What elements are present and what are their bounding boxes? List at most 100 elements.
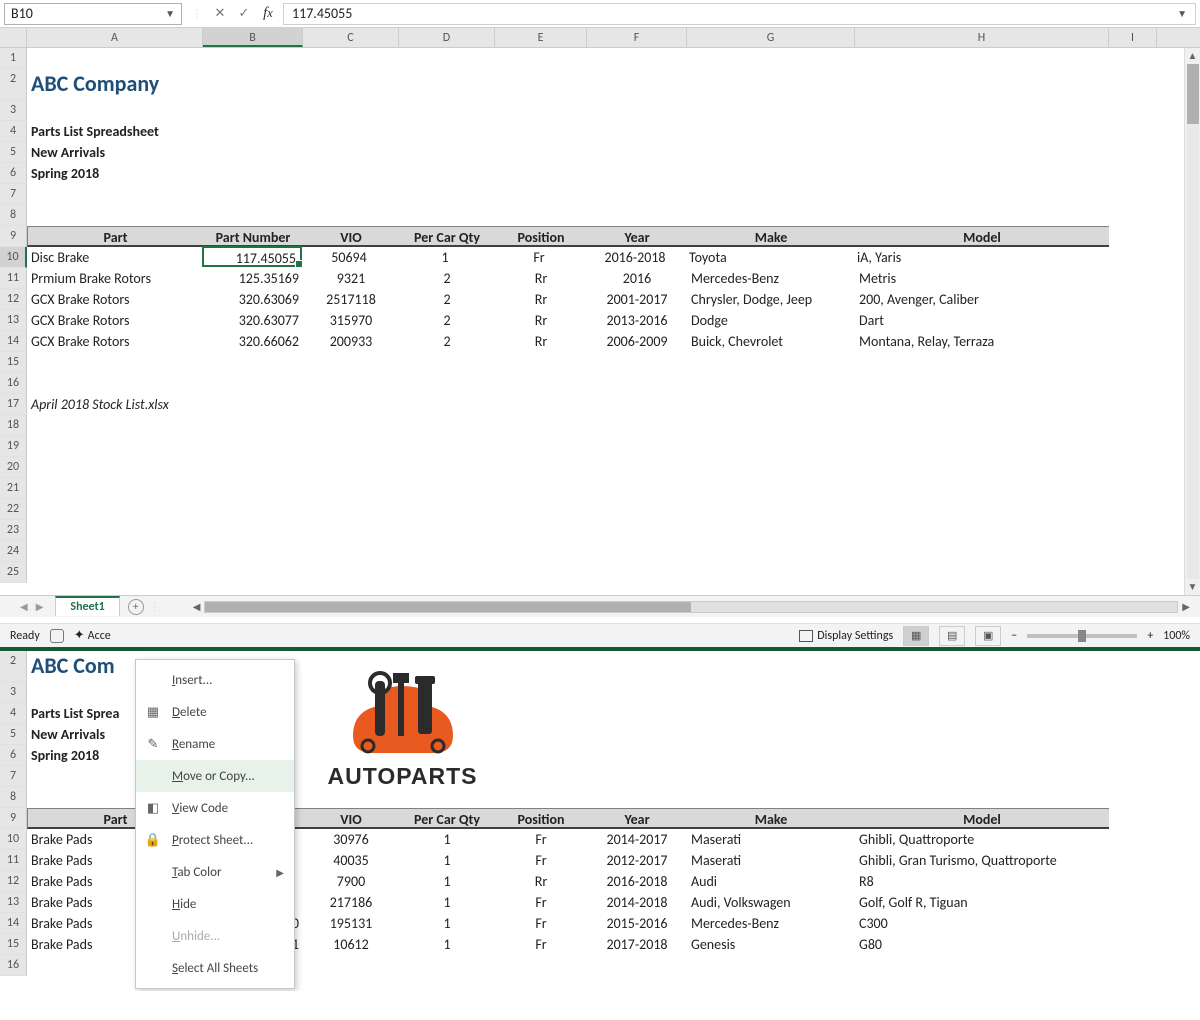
- tab-nav-next-icon[interactable]: ▶: [36, 600, 44, 613]
- chevron-down-icon[interactable]: ▼: [165, 7, 175, 20]
- row-header-8[interactable]: 8: [0, 787, 27, 808]
- display-settings-button[interactable]: Display Settings: [799, 629, 893, 643]
- row-header-14[interactable]: 14: [0, 331, 27, 352]
- row-header-15[interactable]: 15: [0, 934, 27, 955]
- row-header-13[interactable]: 13: [0, 310, 27, 331]
- cell[interactable]: 320.63069: [203, 289, 303, 310]
- horizontal-scrollbar[interactable]: ◀ ▶: [193, 600, 1190, 613]
- row-header-7[interactable]: 7: [0, 766, 27, 787]
- cell[interactable]: Rr: [495, 289, 587, 310]
- cell[interactable]: 2: [399, 331, 495, 352]
- zoom-out-button[interactable]: −: [1011, 629, 1017, 643]
- cell[interactable]: Fr: [495, 913, 587, 934]
- col-header-E[interactable]: E: [495, 28, 587, 47]
- cell[interactable]: 2017-2018: [587, 934, 687, 955]
- cell[interactable]: Chrysler, Dodge, Jeep: [687, 289, 855, 310]
- cell[interactable]: Audi, Volkswagen: [687, 892, 855, 913]
- cell[interactable]: Position: [495, 226, 587, 247]
- row-header-5[interactable]: 5: [0, 724, 27, 745]
- cell[interactable]: Rr: [495, 871, 587, 892]
- vertical-scrollbar[interactable]: ▲ ▼: [1184, 48, 1200, 595]
- cell[interactable]: Audi: [687, 871, 855, 892]
- cell[interactable]: Per Car Qty: [399, 226, 495, 247]
- scroll-down-icon[interactable]: ▼: [1188, 579, 1198, 595]
- cell[interactable]: Ghibli, Quattroporte: [855, 829, 1109, 850]
- cell[interactable]: Year: [587, 808, 687, 829]
- zoom-slider[interactable]: [1027, 634, 1137, 638]
- cell[interactable]: GCX Brake Rotors: [27, 310, 203, 331]
- scroll-left-icon[interactable]: ◀: [193, 600, 201, 613]
- cell[interactable]: Fr: [495, 934, 587, 955]
- cell[interactable]: 1: [399, 850, 495, 871]
- menu-item-delete[interactable]: ▦Delete: [136, 696, 294, 728]
- row-header-8[interactable]: 8: [0, 205, 27, 226]
- cell[interactable]: 2: [399, 268, 495, 289]
- row-header-4[interactable]: 4: [0, 121, 27, 142]
- cell[interactable]: 2013-2016: [587, 310, 687, 331]
- cell[interactable]: 2016: [587, 268, 687, 289]
- cell[interactable]: 2012-2017: [587, 850, 687, 871]
- row-header-13[interactable]: 13: [0, 892, 27, 913]
- row-header-10[interactable]: 10: [0, 247, 27, 268]
- cell[interactable]: Fr: [495, 892, 587, 913]
- cell[interactable]: Year: [587, 226, 687, 247]
- cell[interactable]: 2015-2016: [587, 913, 687, 934]
- col-header-A[interactable]: A: [27, 28, 203, 47]
- cell[interactable]: Ghibli, Gran Turismo, Quattroporte: [855, 850, 1109, 871]
- cell[interactable]: 2: [399, 310, 495, 331]
- row-header-9[interactable]: 9: [0, 226, 27, 247]
- col-header-B[interactable]: B: [203, 28, 303, 47]
- cell[interactable]: 2016-2018: [587, 871, 687, 892]
- col-header-H[interactable]: H: [855, 28, 1109, 47]
- row-header-2[interactable]: 2: [0, 69, 27, 100]
- cell[interactable]: 40035: [303, 850, 399, 871]
- cell[interactable]: GCX Brake Rotors: [27, 331, 203, 352]
- row-header-24[interactable]: 24: [0, 541, 27, 562]
- row-header-25[interactable]: 25: [0, 562, 27, 583]
- cell[interactable]: 200, Avenger, Caliber: [855, 289, 1109, 310]
- cell[interactable]: 10612: [303, 934, 399, 955]
- cell[interactable]: Rr: [495, 331, 587, 352]
- new-sheet-button[interactable]: +: [126, 599, 146, 615]
- cell[interactable]: Mercedes-Benz: [687, 913, 855, 934]
- scroll-up-icon[interactable]: ▲: [1188, 48, 1198, 64]
- row-header-9[interactable]: 9: [0, 808, 27, 829]
- zoom-in-button[interactable]: +: [1147, 629, 1153, 643]
- row-header-7[interactable]: 7: [0, 184, 27, 205]
- cancel-formula-button[interactable]: ✕: [211, 5, 229, 23]
- cell[interactable]: 1: [399, 829, 495, 850]
- cell[interactable]: Position: [495, 808, 587, 829]
- cell[interactable]: GCX Brake Rotors: [27, 289, 203, 310]
- accept-formula-button[interactable]: ✓: [235, 5, 253, 23]
- zoom-level[interactable]: 100%: [1163, 629, 1190, 643]
- row-header-6[interactable]: 6: [0, 163, 27, 184]
- menu-item-insert[interactable]: Insert...: [136, 664, 294, 696]
- cell[interactable]: Metris: [855, 268, 1109, 289]
- cell[interactable]: Buick, Chevrolet: [687, 331, 855, 352]
- cell[interactable]: Part: [27, 226, 203, 247]
- cell[interactable]: 320.63077: [203, 310, 303, 331]
- row-header-1[interactable]: 1: [0, 48, 27, 69]
- cell[interactable]: 1: [399, 871, 495, 892]
- cell[interactable]: VIO: [303, 226, 399, 247]
- col-header-F[interactable]: F: [587, 28, 687, 47]
- cell[interactable]: Make: [687, 808, 855, 829]
- cell[interactable]: Spring 2018: [27, 163, 203, 184]
- row-header-3[interactable]: 3: [0, 682, 27, 703]
- row-header-12[interactable]: 12: [0, 871, 27, 892]
- cell[interactable]: 50694: [301, 247, 397, 268]
- formula-input[interactable]: 117.45055 ▼: [283, 3, 1196, 25]
- cell[interactable]: 1: [399, 934, 495, 955]
- cell[interactable]: 2517118: [303, 289, 399, 310]
- select-all-corner[interactable]: [0, 28, 27, 47]
- scroll-right-icon[interactable]: ▶: [1182, 600, 1190, 613]
- row-header-3[interactable]: 3: [0, 100, 27, 121]
- cell[interactable]: 125.35169: [203, 268, 303, 289]
- cell[interactable]: Parts List Spreadsheet: [27, 121, 203, 142]
- cell[interactable]: iA, Yaris: [853, 247, 1107, 268]
- cell[interactable]: 1: [399, 892, 495, 913]
- row-header-15[interactable]: 15: [0, 352, 27, 373]
- row-header-20[interactable]: 20: [0, 457, 27, 478]
- cell[interactable]: Per Car Qty: [399, 808, 495, 829]
- cell[interactable]: 9321: [303, 268, 399, 289]
